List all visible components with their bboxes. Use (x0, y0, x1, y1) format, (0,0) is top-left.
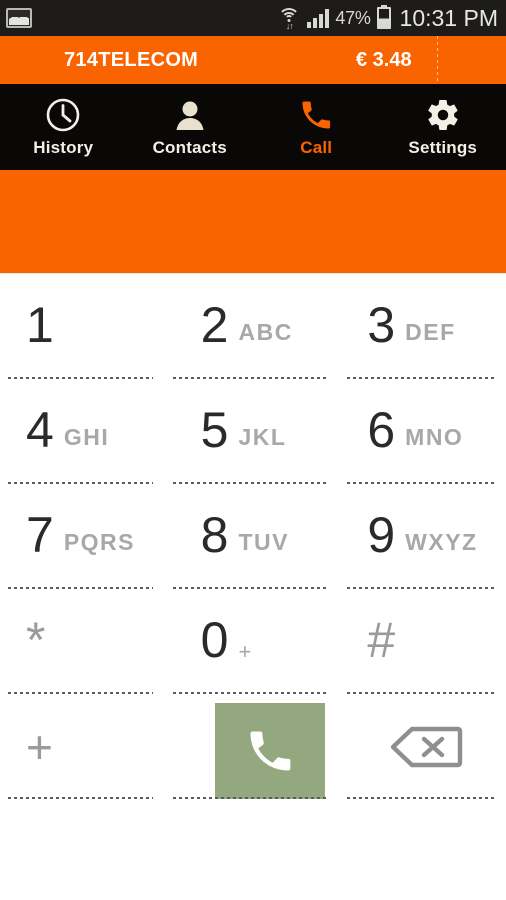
dialpad-key-hash-digit: # (367, 611, 396, 668)
tab-settings[interactable]: Settings (380, 84, 506, 170)
dialpad-row: 7 PQRS 8 TUV 9 WXYZ (0, 484, 506, 589)
account-bar: 714TELECOM € 3.48 (0, 36, 506, 84)
dialpad-key-star[interactable]: * (0, 589, 165, 694)
dialpad-key-3[interactable]: 3 DEF (339, 274, 506, 379)
dialpad-key-6-digit: 6 (367, 401, 396, 458)
dialpad-key-5-letters: JKL (238, 424, 287, 450)
dialpad-row: 4 GHI 5 JKL 6 MNO (0, 379, 506, 484)
call-button-surface[interactable] (214, 703, 326, 799)
dialpad-key-2-digit: 2 (200, 296, 229, 353)
cellular-signal-icon (307, 8, 330, 28)
gear-icon (422, 96, 464, 134)
tab-history-label: History (33, 138, 94, 157)
dialpad-key-9[interactable]: 9 WXYZ (339, 484, 506, 589)
bottom-blank-area (0, 794, 506, 900)
dialpad-key-7-letters: PQRS (63, 529, 135, 555)
status-bar-right: ↓↑ 47% 10:31 PM (277, 5, 498, 32)
tab-bar: History Contacts Call Settings (0, 84, 506, 173)
dialpad-key-5[interactable]: 5 JKL (165, 379, 340, 484)
dialer-app-screen: ↓↑ 47% 10:31 PM 714TELECOM € 3.48 Histor… (0, 0, 506, 900)
dialpad-key-0-letters: + (238, 638, 253, 664)
dialpad-key-8-digit: 8 (200, 506, 229, 563)
dialpad: 1 2 ABC 3 DEF 4 GHI 5 JKL 6 MNO 7 PQRS 8… (0, 274, 506, 799)
dialpad-key-7-digit: 7 (26, 506, 54, 563)
dialpad-key-7[interactable]: 7 PQRS (0, 484, 165, 589)
status-bar-left (6, 8, 32, 28)
dialpad-key-4-letters: GHI (63, 424, 110, 450)
account-balance-label: € 3.48 (356, 48, 412, 71)
dialpad-key-8[interactable]: 8 TUV (165, 484, 340, 589)
tab-call-label: Call (300, 138, 333, 157)
status-bar-clock: 10:31 PM (399, 4, 498, 31)
tab-contacts[interactable]: Contacts (127, 84, 254, 170)
dialpad-key-2-letters: ABC (238, 319, 293, 345)
dialpad-key-plus[interactable]: + (0, 694, 165, 799)
dialpad-key-9-digit: 9 (367, 506, 396, 563)
dialpad-key-2[interactable]: 2 ABC (165, 274, 340, 379)
account-name-label: 714TELECOM (64, 48, 199, 71)
clock-icon (42, 96, 84, 134)
plus-icon: + (26, 720, 53, 773)
status-bar: ↓↑ 47% 10:31 PM (0, 0, 506, 36)
dialpad-row: 1 2 ABC 3 DEF (0, 274, 506, 379)
dialpad-key-3-digit: 3 (367, 296, 396, 353)
dialpad-key-star-digit: * (26, 611, 46, 668)
tab-call[interactable]: Call (253, 84, 380, 170)
dialpad-key-4-digit: 4 (26, 401, 54, 458)
dialpad-key-0-digit: 0 (200, 611, 229, 668)
tab-contacts-label: Contacts (152, 138, 227, 157)
account-bar-divider (437, 36, 438, 84)
dialpad-key-8-letters: TUV (238, 529, 289, 555)
dialpad-key-6-letters: MNO (405, 424, 464, 450)
phone-icon (295, 96, 337, 134)
dialpad-row: * 0 + # (0, 589, 506, 694)
tab-history[interactable]: History (0, 84, 127, 170)
dialpad-key-9-letters: WXYZ (405, 529, 478, 555)
gallery-icon (6, 8, 32, 28)
call-button[interactable] (165, 694, 340, 799)
person-icon (169, 96, 211, 134)
dialpad-key-1[interactable]: 1 (0, 274, 165, 379)
dialpad-key-backspace[interactable] (339, 694, 506, 799)
dialpad-action-row: + (0, 694, 506, 799)
backspace-icon (367, 725, 506, 769)
dialpad-key-5-digit: 5 (200, 401, 229, 458)
phone-number-display[interactable] (0, 173, 506, 274)
phone-icon (244, 725, 296, 777)
dialpad-key-3-letters: DEF (405, 319, 456, 345)
tab-settings-label: Settings (408, 138, 478, 157)
dialpad-key-0[interactable]: 0 + (165, 589, 340, 694)
dialpad-key-6[interactable]: 6 MNO (339, 379, 506, 484)
wifi-icon: ↓↑ (277, 7, 301, 31)
dialpad-key-hash[interactable]: # (339, 589, 506, 694)
dialpad-key-4[interactable]: 4 GHI (0, 379, 165, 484)
dialpad-key-1-digit: 1 (26, 296, 54, 353)
battery-percent-label: 47% (335, 7, 371, 28)
battery-icon (376, 7, 391, 29)
